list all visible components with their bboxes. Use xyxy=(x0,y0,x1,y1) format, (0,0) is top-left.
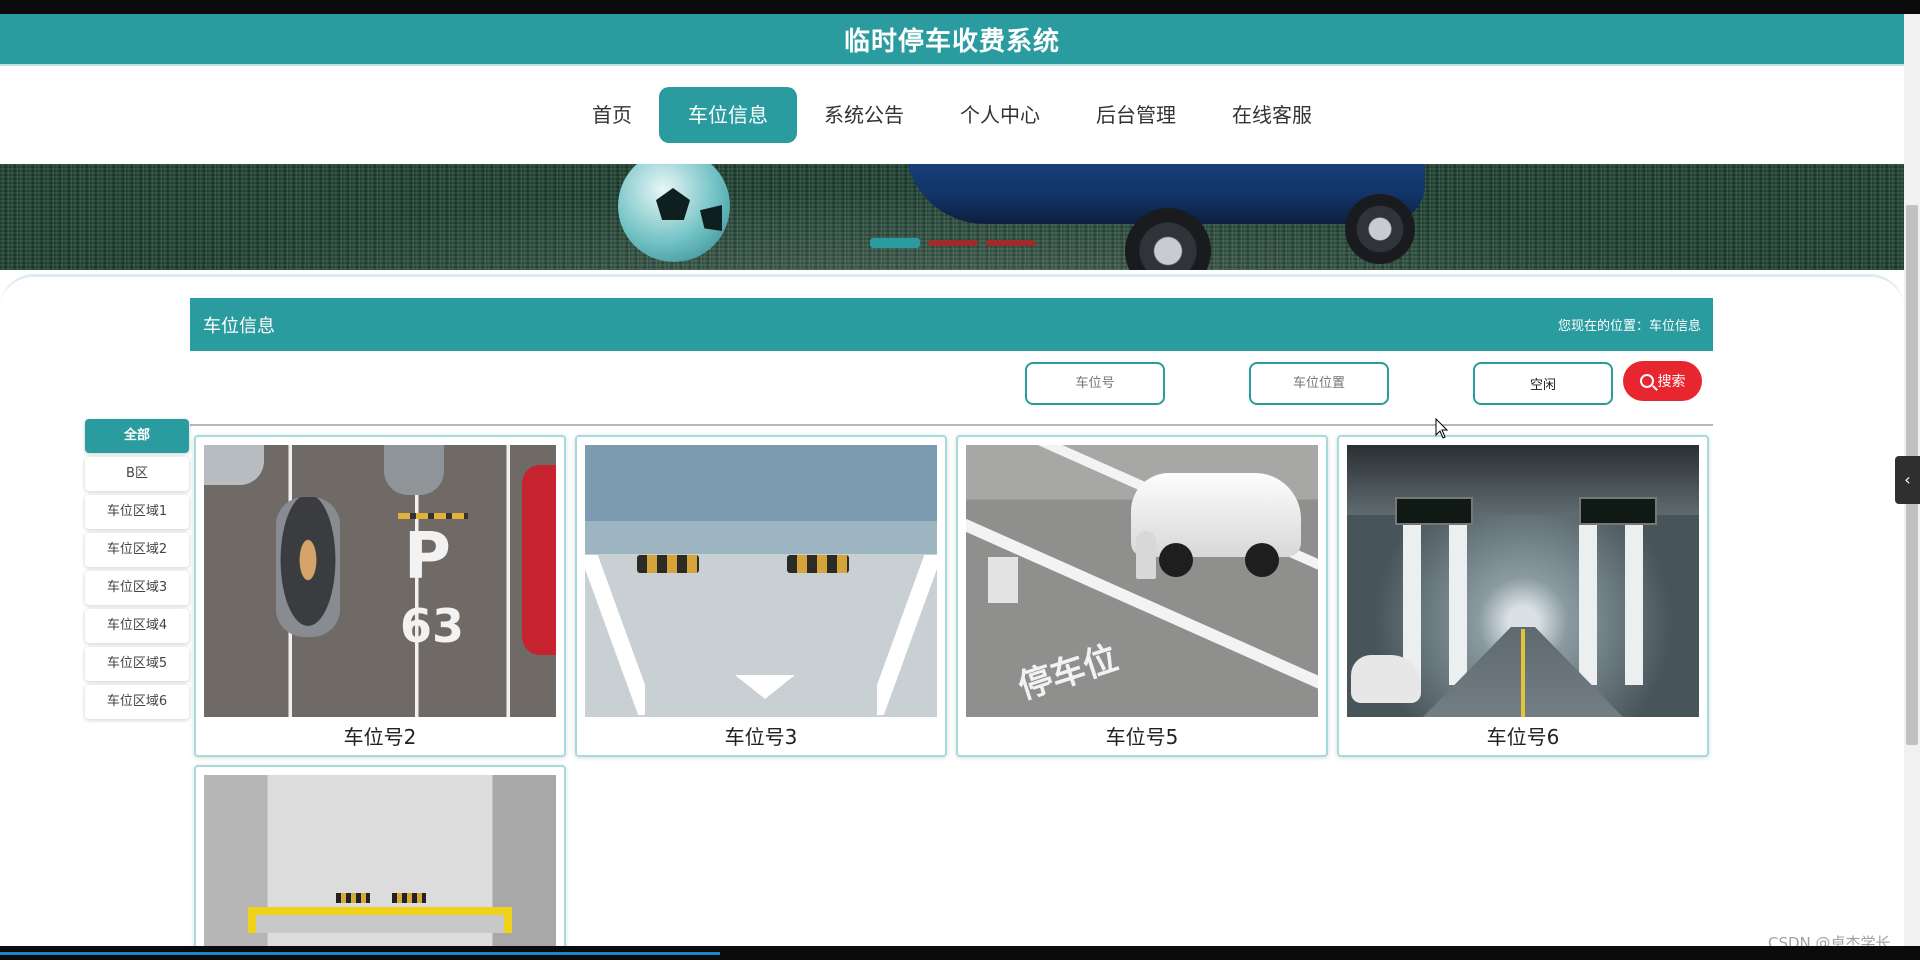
carousel-dot[interactable] xyxy=(870,238,920,248)
car-shape xyxy=(522,465,556,655)
parking-spot-photo xyxy=(1347,445,1699,717)
sidebar-item-all[interactable]: 全部 xyxy=(85,419,189,453)
breadcrumb: 您现在的位置：车位信息 xyxy=(1557,319,1701,334)
mouse-cursor-icon xyxy=(1435,417,1449,440)
panel-toggle-chevron-left-icon[interactable]: ‹ xyxy=(1895,456,1920,504)
nav-admin[interactable]: 后台管理 xyxy=(1067,87,1205,143)
wheel-stop xyxy=(336,893,370,903)
parking-spot-label: 车位号3 xyxy=(724,725,798,749)
parking-p-marking: P xyxy=(404,520,451,594)
section-header: 车位信息 您现在的位置：车位信息 xyxy=(190,298,1713,351)
garage-pillar xyxy=(1625,525,1643,685)
sidebar-item-area-5[interactable]: 车位区域5 xyxy=(85,647,189,681)
status-input[interactable] xyxy=(1473,362,1613,405)
sidebar-item-area-1[interactable]: 车位区域1 xyxy=(85,495,189,529)
parking-spot-photo xyxy=(585,445,937,717)
parking-spot-card[interactable] xyxy=(194,765,566,960)
soccer-ball-image xyxy=(618,164,730,262)
sidebar-item-area-2[interactable]: 车位区域2 xyxy=(85,533,189,567)
window-top-edge xyxy=(0,0,1920,14)
parking-lock xyxy=(1136,531,1156,579)
parking-spot-label: 车位号2 xyxy=(343,725,417,749)
nav-parking-info[interactable]: 车位信息 xyxy=(659,87,797,143)
floor-paint-text: 停车位 xyxy=(1013,638,1123,708)
parking-spot-card[interactable]: 车位号3 xyxy=(575,435,947,757)
divider xyxy=(190,424,1713,426)
lane-line xyxy=(585,555,645,715)
search-icon xyxy=(1639,374,1654,388)
spot-number-input[interactable] xyxy=(1025,362,1165,405)
car-wheel-image xyxy=(1345,194,1415,264)
parking-spot-photo xyxy=(204,775,556,960)
carousel-indicators xyxy=(870,238,1036,248)
floor-arrow xyxy=(735,675,795,699)
sidebar-item-zone-b[interactable]: B区 xyxy=(85,457,189,491)
led-sign xyxy=(1579,497,1657,525)
banner-carousel[interactable] xyxy=(0,164,1904,270)
car-shape xyxy=(276,497,340,637)
road-line xyxy=(1521,629,1525,717)
site-title: 临时停车收费系统 xyxy=(843,26,1060,57)
progress-line xyxy=(0,952,720,955)
parking-spot-photo: 停车位 xyxy=(966,445,1318,717)
sidebar-item-area-4[interactable]: 车位区域4 xyxy=(85,609,189,643)
spot-location-input[interactable] xyxy=(1249,362,1389,405)
car-shape xyxy=(384,445,444,495)
nav-home[interactable]: 首页 xyxy=(563,87,661,143)
section-title: 车位信息 xyxy=(203,315,275,337)
search-button-label: 搜索 xyxy=(1657,374,1686,390)
garage-pillar xyxy=(1449,525,1467,685)
main-nav: 首页 车位信息 系统公告 个人中心 后台管理 在线客服 xyxy=(0,66,1904,164)
parking-spot-card[interactable]: 停车位 车位号5 xyxy=(956,435,1328,757)
bay-outline xyxy=(248,907,512,933)
parking-spot-card[interactable]: P 63 车位号2 xyxy=(194,435,566,757)
curb-marking xyxy=(398,513,468,519)
carousel-dot[interactable] xyxy=(986,240,1036,246)
nav-personal-center[interactable]: 个人中心 xyxy=(931,87,1069,143)
led-sign xyxy=(1395,497,1473,525)
nav-online-service[interactable]: 在线客服 xyxy=(1203,87,1341,143)
car-shape xyxy=(1131,473,1301,577)
nav-announcements[interactable]: 系统公告 xyxy=(795,87,933,143)
car-shape xyxy=(204,445,264,485)
sidebar-item-area-6[interactable]: 车位区域6 xyxy=(85,685,189,719)
site-header: 临时停车收费系统 xyxy=(0,14,1904,66)
car-shape xyxy=(1351,655,1421,703)
area-sidebar: 全部 B区 车位区域1 车位区域2 车位区域3 车位区域4 车位区域5 车位区域… xyxy=(85,419,190,723)
parking-spot-card[interactable]: 车位号6 xyxy=(1337,435,1709,757)
qr-sign xyxy=(988,557,1018,603)
lane-line xyxy=(877,555,937,715)
carousel-dot[interactable] xyxy=(928,240,978,246)
parking-spot-photo: P 63 xyxy=(204,445,556,717)
sidebar-item-area-3[interactable]: 车位区域3 xyxy=(85,571,189,605)
search-button[interactable]: 搜索 xyxy=(1623,361,1702,401)
wheel-stop xyxy=(392,893,426,903)
garage-pillar xyxy=(1579,525,1597,685)
wheel-stop xyxy=(637,555,699,573)
parking-number-marking: 63 xyxy=(400,599,465,653)
parking-spot-label: 车位号6 xyxy=(1486,725,1560,749)
wheel-stop xyxy=(787,555,849,573)
parking-spot-label: 车位号5 xyxy=(1105,725,1179,749)
